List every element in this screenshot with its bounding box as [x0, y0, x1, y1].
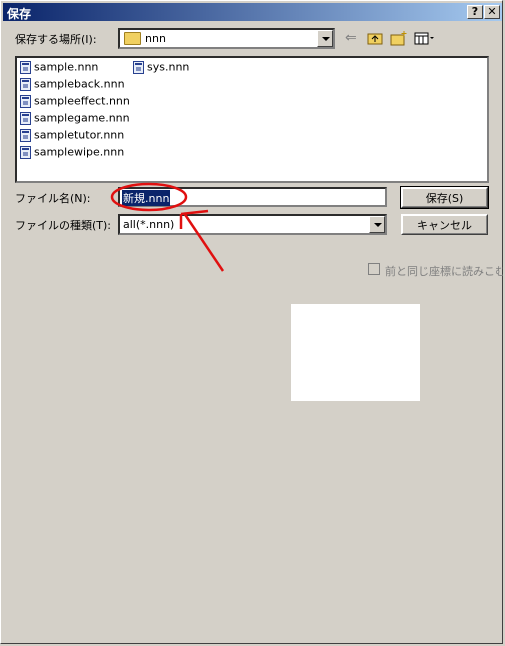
annotation-overlay [110, 182, 225, 272]
annotation-arrow [182, 212, 225, 272]
annotation-circle [110, 182, 188, 212]
annotation-arrow-head [180, 209, 209, 216]
save-dialog: 保存 ? ✕ 保存する場所(I): nnn ⇐ sample.nnn sampl… [0, 0, 503, 644]
